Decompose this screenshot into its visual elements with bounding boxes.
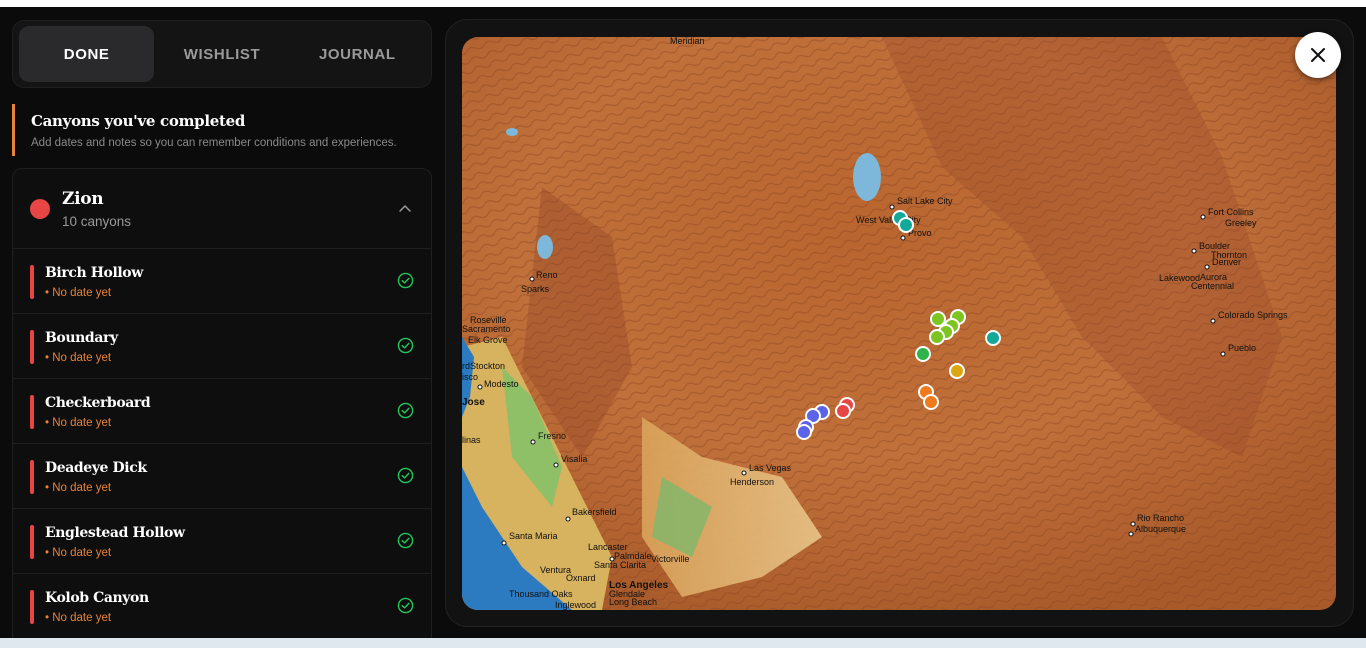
tab-bar: DONE WISHLIST JOURNAL — [12, 20, 432, 88]
svg-text:Denver: Denver — [1212, 257, 1241, 267]
canyon-date: • No date yet — [45, 612, 112, 624]
section-title: Canyons you've completed — [31, 112, 246, 130]
row-color-bar — [30, 460, 34, 494]
check-circle-icon[interactable] — [397, 467, 414, 484]
taskbar-strip — [0, 638, 1366, 648]
canyon-date: • No date yet — [45, 287, 112, 299]
canyon-row[interactable]: Deadeye Dick • No date yet — [13, 444, 431, 509]
canyon-name: Birch Hollow — [45, 265, 143, 281]
svg-text:Oxnard: Oxnard — [566, 573, 596, 583]
svg-text:Sacramento: Sacramento — [462, 324, 511, 334]
group-color-dot — [30, 198, 50, 219]
row-color-bar — [30, 590, 34, 624]
tab-done[interactable]: DONE — [19, 26, 155, 82]
canyon-row[interactable]: Checkerboard • No date yet — [13, 379, 431, 444]
check-circle-icon[interactable] — [397, 532, 414, 549]
svg-text:Greeley: Greeley — [1225, 218, 1257, 228]
svg-text:Meridian: Meridian — [670, 37, 705, 46]
map-marker — [949, 363, 965, 379]
svg-text:Bakersfield: Bakersfield — [572, 507, 617, 517]
svg-text:Sparks: Sparks — [521, 284, 550, 294]
group-header[interactable]: Zion 10 canyons — [13, 169, 431, 249]
map-marker — [930, 311, 946, 327]
map-marker — [923, 394, 939, 410]
map-marker — [796, 424, 812, 440]
canyon-group-zion: Zion 10 canyons Birch Hollow • No date y… — [12, 168, 432, 638]
row-color-bar — [30, 330, 34, 364]
chevron-up-icon[interactable] — [397, 201, 413, 217]
map-canvas[interactable]: Meridian Salt Lake City West Valley City… — [462, 37, 1336, 610]
close-icon — [1311, 48, 1325, 62]
row-color-bar — [30, 265, 34, 299]
svg-text:Salt Lake City: Salt Lake City — [897, 196, 953, 206]
check-circle-icon[interactable] — [397, 597, 414, 614]
svg-text:Jose: Jose — [462, 397, 485, 408]
map-marker — [915, 346, 931, 362]
canyon-name: Deadeye Dick — [45, 460, 147, 476]
svg-text:linas: linas — [462, 435, 481, 445]
browser-top-strip — [0, 0, 1366, 7]
tab-journal[interactable]: JOURNAL — [290, 26, 425, 82]
canyon-date: • No date yet — [45, 482, 112, 494]
svg-text:rdStockton: rdStockton — [462, 361, 505, 371]
svg-text:Henderson: Henderson — [730, 477, 774, 487]
map-marker — [985, 330, 1001, 346]
map-marker — [898, 217, 914, 233]
check-circle-icon[interactable] — [397, 402, 414, 419]
section-subtitle: Add dates and notes so you can remember … — [31, 137, 397, 149]
check-circle-icon[interactable] — [397, 337, 414, 354]
svg-text:Inglewood: Inglewood — [555, 600, 596, 610]
canyon-date: • No date yet — [45, 417, 112, 429]
canyon-name: Boundary — [45, 330, 118, 346]
svg-text:Albuquerque: Albuquerque — [1135, 524, 1186, 534]
svg-text:Fort Collins: Fort Collins — [1208, 207, 1254, 217]
canyon-row[interactable]: Boundary • No date yet — [13, 314, 431, 379]
svg-text:Santa Clarita: Santa Clarita — [594, 560, 646, 570]
svg-text:Thousand Oaks: Thousand Oaks — [509, 589, 573, 599]
svg-text:Long Beach: Long Beach — [609, 597, 657, 607]
canyon-date: • No date yet — [45, 352, 112, 364]
svg-text:Victorville: Victorville — [651, 554, 689, 564]
canyon-row[interactable]: Kolob Canyon • No date yet — [13, 574, 431, 638]
group-name: Zion — [62, 188, 104, 209]
terrain-map[interactable]: Meridian Salt Lake City West Valley City… — [462, 37, 1336, 610]
check-circle-icon[interactable] — [397, 272, 414, 289]
tab-wishlist[interactable]: WISHLIST — [154, 26, 289, 82]
row-color-bar — [30, 395, 34, 429]
svg-text:Las Vegas: Las Vegas — [749, 463, 792, 473]
row-color-bar — [30, 525, 34, 559]
svg-text:Fresno: Fresno — [538, 431, 566, 441]
svg-text:Centennial: Centennial — [1191, 281, 1234, 291]
section-header: Canyons you've completed Add dates and n… — [12, 104, 432, 156]
canyon-name: Kolob Canyon — [45, 590, 149, 606]
canyon-row[interactable]: Birch Hollow • No date yet — [13, 249, 431, 314]
canyon-name: Checkerboard — [45, 395, 151, 411]
close-map-button[interactable] — [1295, 32, 1341, 78]
canyon-name: Englestead Hollow — [45, 525, 185, 541]
canyon-row[interactable]: Englestead Hollow • No date yet — [13, 509, 431, 574]
svg-text:Modesto: Modesto — [484, 379, 519, 389]
svg-text:Reno: Reno — [536, 270, 558, 280]
group-count: 10 canyons — [62, 213, 132, 229]
svg-text:Elk Grove: Elk Grove — [468, 335, 508, 345]
svg-text:Pueblo: Pueblo — [1228, 343, 1256, 353]
svg-text:Visalia: Visalia — [561, 454, 587, 464]
svg-text:Santa Maria: Santa Maria — [509, 531, 558, 541]
svg-text:isco: isco — [462, 372, 478, 382]
map-marker — [835, 403, 851, 419]
svg-text:Colorado Springs: Colorado Springs — [1218, 310, 1288, 320]
svg-text:Rio Rancho: Rio Rancho — [1137, 513, 1184, 523]
map-marker — [929, 329, 945, 345]
canyon-date: • No date yet — [45, 547, 112, 559]
